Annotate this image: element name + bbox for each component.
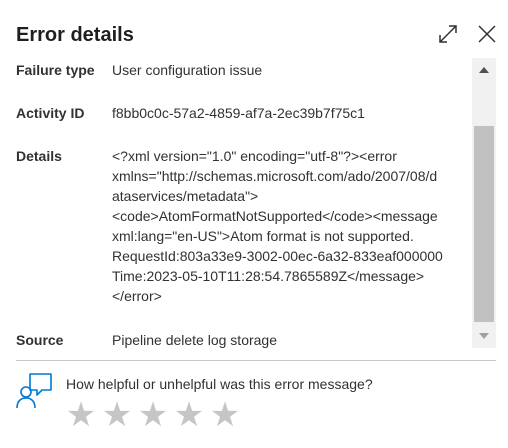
star-icon[interactable]: ★: [136, 398, 170, 432]
details-line: </error>: [112, 288, 162, 304]
details-line: <code>AtomFormatNotSupported</code><mess…: [112, 208, 438, 224]
panel-title: Error details: [16, 24, 134, 46]
failure-type-value: User configuration issue: [112, 62, 263, 78]
scroll-thumb[interactable]: [474, 126, 494, 322]
expand-button[interactable]: [436, 22, 460, 46]
expand-icon: [439, 25, 457, 43]
star-icon[interactable]: ★: [208, 398, 242, 432]
scroll-up-button[interactable]: [472, 58, 496, 82]
details-label: Details: [16, 148, 62, 164]
details-line: <?xml version="1.0" encoding="utf-8"?><e…: [112, 148, 397, 164]
activity-id-value: f8bb0c0c-57a2-4859-af7a-2ec39b7f75c1: [112, 105, 365, 121]
details-value: <?xml version="1.0" encoding="utf-8"?><e…: [112, 146, 464, 306]
star-icon[interactable]: ★: [100, 398, 134, 432]
details-scroll-area: Failure type User configuration issue Ac…: [0, 56, 470, 350]
star-rating[interactable]: ★ ★ ★ ★ ★: [64, 398, 242, 432]
divider: [16, 360, 496, 361]
star-icon[interactable]: ★: [64, 398, 98, 432]
source-label: Source: [16, 332, 64, 348]
scroll-up-arrow-icon: [479, 67, 489, 73]
details-line: ataservices/metadata">: [112, 188, 259, 204]
close-button[interactable]: [475, 22, 499, 46]
vertical-scrollbar[interactable]: [472, 58, 496, 348]
star-icon[interactable]: ★: [172, 398, 206, 432]
details-line: RequestId:803a33e9-3002-00ec-6a32-833eaf…: [112, 248, 443, 264]
feedback-question: How helpful or unhelpful was this error …: [66, 376, 373, 392]
failure-type-label: Failure type: [16, 62, 95, 78]
activity-id-label: Activity ID: [16, 105, 85, 121]
feedback-person-icon: [16, 373, 52, 409]
scroll-down-arrow-icon: [479, 333, 489, 339]
details-line: xml:lang="en-US">Atom format is not supp…: [112, 228, 414, 244]
scroll-down-button[interactable]: [472, 324, 496, 348]
close-icon: [478, 25, 496, 43]
details-line: xmlns="http://schemas.microsoft.com/ado/…: [112, 168, 438, 184]
source-value: Pipeline delete log storage: [112, 332, 278, 348]
feedback-icon-wrap: [16, 372, 54, 412]
details-line: Time:2023-05-10T11:28:54.7865589Z</messa…: [112, 268, 425, 284]
